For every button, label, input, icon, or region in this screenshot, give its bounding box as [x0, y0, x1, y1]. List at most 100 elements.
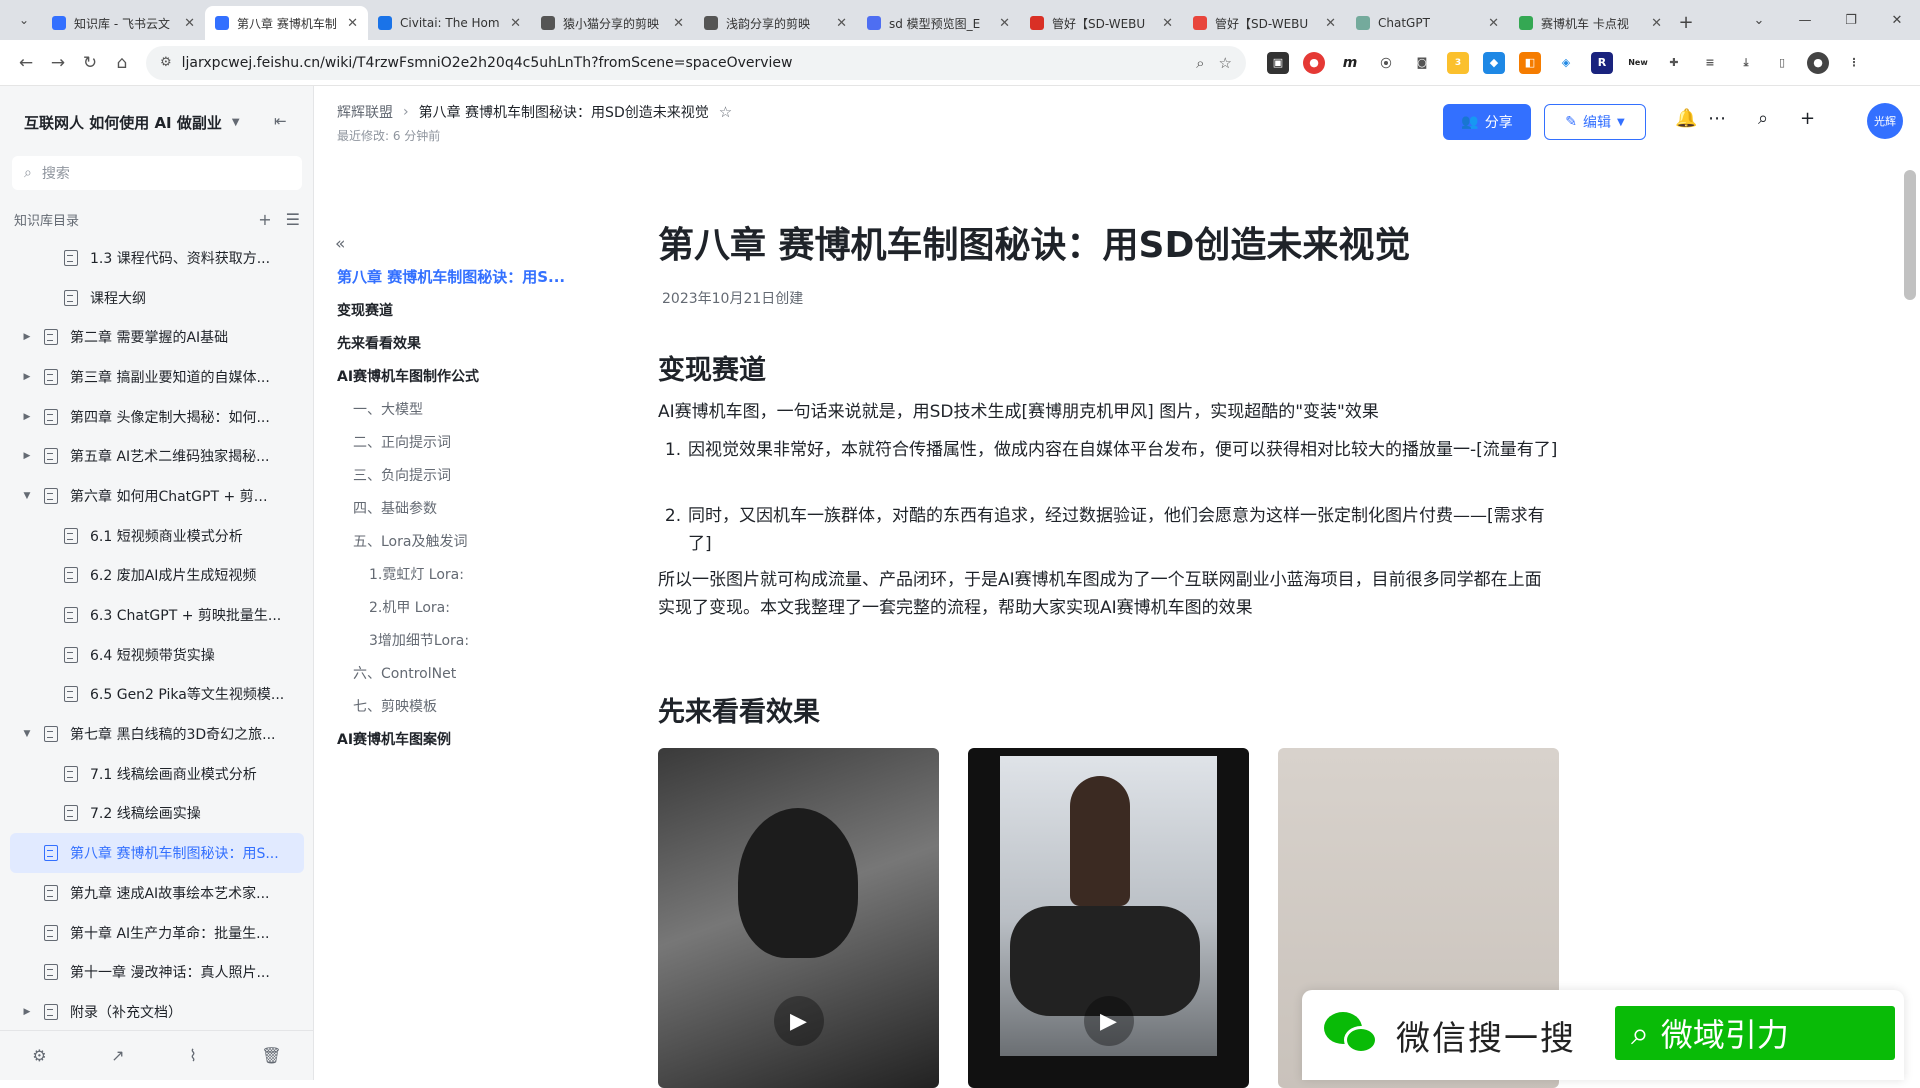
sidebar-tree-item[interactable]: 6.2 废加AI成片生成短视频: [0, 556, 314, 596]
outline-item[interactable]: 一、大模型: [337, 392, 607, 425]
expand-arrow-icon[interactable]: ▶: [20, 451, 34, 461]
sidebar-tree-item[interactable]: ▶ 第四章 头像定制大揭秘：如何...: [0, 397, 314, 437]
expand-arrow-icon[interactable]: ▶: [20, 372, 34, 382]
url-bar[interactable]: ⚙ ljarxpcwej.feishu.cn/wiki/T4rzwFsmniO2…: [146, 45, 1246, 80]
extension-icon[interactable]: ◈: [1555, 51, 1577, 74]
browser-tab[interactable]: Civitai: The Hom ✕: [368, 6, 531, 40]
browser-tab[interactable]: ChatGPT ✕: [1346, 6, 1509, 40]
favorite-star-icon[interactable]: ☆: [719, 103, 732, 121]
tab-close-icon[interactable]: ✕: [1651, 16, 1662, 31]
forward-icon[interactable]: →: [42, 47, 74, 79]
outline-item[interactable]: 先来看看效果: [337, 326, 607, 359]
extension-icon[interactable]: R: [1591, 51, 1613, 74]
bell-icon[interactable]: 🔔: [1675, 108, 1697, 129]
menu-icon[interactable]: ⋮: [1843, 51, 1865, 74]
tab-dropdown-icon[interactable]: ⌄: [1736, 0, 1782, 40]
tab-close-icon[interactable]: ✕: [184, 16, 195, 31]
outline-item[interactable]: 第八章 赛博机车制图秘诀：用S...: [337, 260, 607, 293]
tab-close-icon[interactable]: ✕: [1488, 16, 1499, 31]
sidebar-tree-item[interactable]: 第八章 赛博机车制图秘诀：用S...: [10, 833, 304, 873]
sidebar-tree-item[interactable]: 1.3 课程代码、资料获取方...: [0, 238, 314, 278]
extension-icon[interactable]: ◆: [1483, 51, 1505, 74]
profile-avatar[interactable]: ●: [1807, 51, 1829, 74]
outline-item[interactable]: 六、ControlNet: [337, 656, 607, 689]
sidebar-tree-item[interactable]: ▶ 第二章 需要掌握的AI基础: [0, 317, 314, 357]
extension-icon[interactable]: 3: [1447, 51, 1469, 74]
expand-arrow-icon[interactable]: ▶: [20, 332, 34, 342]
video-thumbnail[interactable]: ▶: [658, 748, 939, 1088]
expand-arrow-icon[interactable]: ▼: [20, 491, 34, 501]
outline-item[interactable]: 三、负向提示词: [337, 458, 607, 491]
video-thumbnail[interactable]: ▶: [968, 748, 1249, 1088]
plus-icon[interactable]: +: [1800, 108, 1815, 129]
tab-search-icon[interactable]: ⌄: [12, 8, 36, 32]
sidebar-tree-item[interactable]: ▶ 附录（补充文档）: [0, 992, 314, 1032]
sidebar-search-input[interactable]: ⌕ 搜索: [12, 156, 302, 190]
sidebar-tree-item[interactable]: 6.4 短视频带货实操: [0, 635, 314, 675]
play-icon[interactable]: ▶: [773, 996, 824, 1046]
sidebar-tree-item[interactable]: ▼ 第六章 如何用ChatGPT + 剪映...: [0, 476, 314, 516]
sidebar-tree-item[interactable]: ▼ 第七章 黑白线稿的3D奇幻之旅...: [0, 714, 314, 754]
extension-icon[interactable]: ●: [1303, 51, 1325, 74]
sidebar-tree-item[interactable]: 7.1 线稿绘画商业模式分析: [0, 754, 314, 794]
extension-icon[interactable]: m: [1339, 51, 1361, 74]
sidebar-tree-item[interactable]: 第十一章 漫改神话：真人照片...: [0, 952, 314, 992]
extension-icon[interactable]: ⦿: [1375, 51, 1397, 74]
new-tab-button[interactable]: +: [1672, 8, 1700, 36]
tab-close-icon[interactable]: ✕: [510, 16, 521, 31]
list-view-icon[interactable]: ☰: [286, 210, 300, 229]
browser-tab[interactable]: 猿小猫分享的剪映 ✕: [531, 6, 694, 40]
side-panel-icon[interactable]: ▯: [1771, 51, 1793, 74]
tab-close-icon[interactable]: ✕: [999, 16, 1010, 31]
user-avatar[interactable]: 光辉: [1867, 103, 1903, 139]
bookmark-star-icon[interactable]: ☆: [1219, 54, 1232, 72]
browser-tab[interactable]: sd 模型预览图_E ✕: [857, 6, 1020, 40]
outline-item[interactable]: 1.霓虹灯 Lora:: [337, 557, 607, 590]
browser-tab[interactable]: 浅韵分享的剪映 ✕: [694, 6, 857, 40]
sidebar-tree-item[interactable]: 7.2 线稿绘画实操: [0, 794, 314, 834]
outline-item[interactable]: 四、基础参数: [337, 491, 607, 524]
browser-tab[interactable]: 知识库 - 飞书云文 ✕: [42, 6, 205, 40]
add-icon[interactable]: +: [258, 210, 271, 229]
play-icon[interactable]: ▶: [1083, 996, 1134, 1046]
tab-close-icon[interactable]: ✕: [347, 16, 358, 31]
analytics-icon[interactable]: ⌇: [189, 1046, 197, 1065]
trash-icon[interactable]: 🗑: [261, 1046, 281, 1065]
expand-arrow-icon[interactable]: ▼: [20, 729, 34, 739]
collapse-sidebar-icon[interactable]: ⇤: [274, 112, 287, 130]
sidebar-tree-item[interactable]: 第十章 AI生产力革命：批量生...: [0, 913, 314, 953]
outline-item[interactable]: 二、正向提示词: [337, 425, 607, 458]
extension-icon[interactable]: ▣: [1267, 51, 1289, 74]
outline-item[interactable]: 五、Lora及触发词: [337, 524, 607, 557]
scrollbar[interactable]: [1904, 170, 1916, 300]
zoom-icon[interactable]: ⌕: [1196, 54, 1204, 72]
extension-icon[interactable]: New: [1627, 51, 1649, 74]
settings-icon[interactable]: ⚙: [32, 1046, 46, 1065]
sidebar-tree-item[interactable]: 课程大纲: [0, 278, 314, 318]
expand-arrow-icon[interactable]: ▶: [20, 1007, 34, 1017]
tab-close-icon[interactable]: ✕: [1162, 16, 1173, 31]
browser-tab[interactable]: 管好【SD-WEBU ✕: [1020, 6, 1183, 40]
camera-icon[interactable]: ◙: [1411, 51, 1433, 74]
tab-close-icon[interactable]: ✕: [836, 16, 847, 31]
expand-arrow-icon[interactable]: ▶: [20, 412, 34, 422]
tab-close-icon[interactable]: ✕: [673, 16, 684, 31]
close-window-button[interactable]: ✕: [1874, 0, 1920, 40]
restore-button[interactable]: ❐: [1828, 0, 1874, 40]
sidebar-tree-item[interactable]: 6.1 短视频商业模式分析: [0, 516, 314, 556]
browser-tab[interactable]: 赛博机车 卡点视 ✕: [1509, 6, 1672, 40]
outline-item[interactable]: 2.机甲 Lora:: [337, 590, 607, 623]
home-icon[interactable]: ⌂: [106, 47, 138, 79]
puzzle-icon[interactable]: ✚: [1663, 51, 1685, 74]
url-text[interactable]: ljarxpcwej.feishu.cn/wiki/T4rzwFsmniO2e2…: [182, 55, 1182, 71]
reload-icon[interactable]: ↻: [74, 47, 106, 79]
sidebar-tree-item[interactable]: ▶ 第五章 AI艺术二维码独家揭秘...: [0, 436, 314, 476]
outline-item[interactable]: AI赛博机车图制作公式: [337, 359, 607, 392]
download-icon[interactable]: ⤓: [1735, 51, 1757, 74]
outline-item[interactable]: 3增加细节Lora:: [337, 623, 607, 656]
collapse-outline-icon[interactable]: «: [335, 234, 345, 254]
tab-close-icon[interactable]: ✕: [1325, 16, 1336, 31]
extension-icon[interactable]: ◧: [1519, 51, 1541, 74]
edit-button[interactable]: ✎ 编辑 ▼: [1544, 104, 1646, 140]
space-title[interactable]: 互联网人 如何使用 AI 做副业 ▼: [24, 112, 240, 133]
